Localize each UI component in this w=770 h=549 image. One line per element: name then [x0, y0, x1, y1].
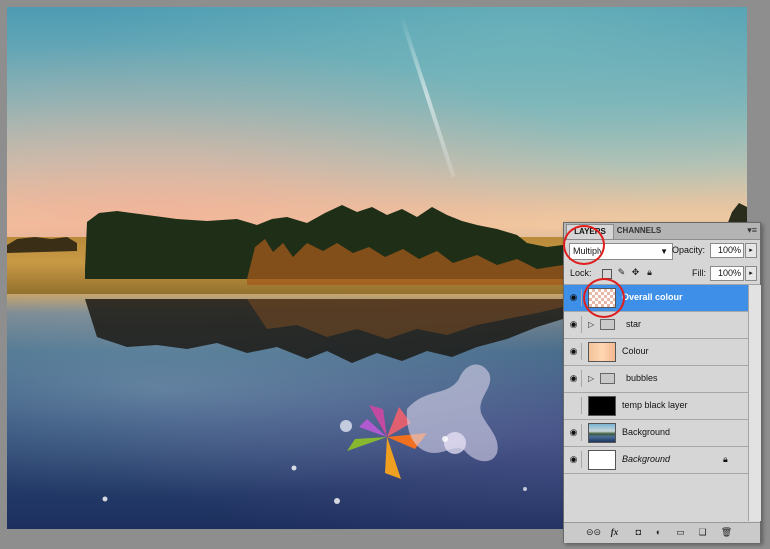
opacity-input[interactable]: 100% [710, 243, 744, 258]
eye-icon[interactable]: ◉ [566, 370, 582, 387]
expand-arrow-icon[interactable]: ▷ [588, 320, 594, 329]
new-layer-icon[interactable]: ❏ [696, 526, 709, 539]
lock-all-icon[interactable]: 🔒︎ [644, 267, 655, 278]
delete-layer-icon[interactable]: 🗑︎ [720, 526, 733, 539]
link-layers-icon[interactable]: ⊝⊝ [586, 526, 601, 539]
tab-channels[interactable]: CHANNELS [609, 224, 669, 238]
left-trees [7, 237, 77, 253]
fill-slider-button[interactable]: ▸ [745, 266, 757, 281]
layer-name: Background [622, 427, 671, 437]
lock-label: Lock: [570, 268, 592, 278]
fx-icon[interactable]: fx [608, 526, 621, 539]
layer-list: ◉ Overall colour ◉ ▷ star ◉ Colour ◉ ▷ b… [564, 285, 748, 521]
layer-row-background[interactable]: ◉ Background 🔒︎ [564, 447, 748, 474]
layer-row-colour[interactable]: ◉ Colour [564, 339, 748, 366]
opacity-slider-button[interactable]: ▸ [745, 243, 757, 258]
layer-name: Overall colour [622, 292, 683, 302]
eye-icon[interactable]: ◉ [566, 424, 582, 441]
lock-icon: 🔒︎ [723, 454, 728, 464]
folder-icon [600, 319, 615, 330]
folder-icon [600, 373, 615, 384]
panel-menu-icon[interactable]: ▾≡ [747, 225, 757, 236]
chevron-down-icon: ▼ [660, 247, 668, 256]
bubble [340, 420, 352, 432]
fill-label: Fill: [692, 268, 706, 278]
eye-icon[interactable]: ◉ [566, 397, 582, 414]
new-group-icon[interactable]: ▭ [674, 526, 687, 539]
adjustment-layer-icon[interactable]: ◐ [652, 526, 665, 539]
bubble [334, 498, 340, 504]
panel-footer: ⊝⊝ fx ◘ ◐ ▭ ❏ 🗑︎ [564, 522, 760, 543]
layer-name: bubbles [626, 373, 658, 383]
bubble [291, 465, 297, 471]
layer-thumbnail [588, 423, 616, 443]
fill-input[interactable]: 100% [710, 266, 744, 281]
layer-row-bubbles[interactable]: ◉ ▷ bubbles [564, 366, 748, 393]
opacity-label: Opacity: [672, 245, 706, 255]
annotation-circle-layer-thumbnail [583, 278, 625, 318]
annotation-circle-blend-mode [563, 225, 605, 265]
layer-list-scrollbar[interactable] [748, 285, 761, 521]
layer-name: Background [622, 454, 671, 464]
layer-name: Colour [622, 346, 649, 356]
bubble [102, 496, 108, 502]
bubble [523, 487, 527, 491]
layer-row-star[interactable]: ◉ ▷ star [564, 312, 748, 339]
layer-name: star [626, 319, 642, 329]
eye-icon[interactable]: ◉ [566, 289, 582, 306]
lock-position-icon[interactable]: ✥ [630, 267, 641, 278]
bubble [444, 432, 466, 454]
eye-icon[interactable]: ◉ [566, 451, 582, 468]
layer-thumbnail [588, 450, 616, 470]
bubble [442, 436, 448, 442]
lock-image-pixels-icon[interactable]: ✎ [616, 267, 627, 278]
layer-mask-icon[interactable]: ◘ [632, 526, 645, 539]
expand-arrow-icon[interactable]: ▷ [588, 374, 594, 383]
layer-thumbnail [588, 396, 616, 416]
eye-icon[interactable]: ◉ [566, 343, 582, 360]
layer-row-temp-black-layer[interactable]: ◉ temp black layer [564, 393, 748, 420]
layer-name: temp black layer [622, 400, 688, 410]
layer-thumbnail [588, 342, 616, 362]
layer-row-background-copy[interactable]: ◉ Background [564, 420, 748, 447]
eye-icon[interactable]: ◉ [566, 316, 582, 333]
layers-panel: LAYERS CHANNELS ▾≡ Multiply ▼ Opacity: 1… [563, 222, 761, 543]
